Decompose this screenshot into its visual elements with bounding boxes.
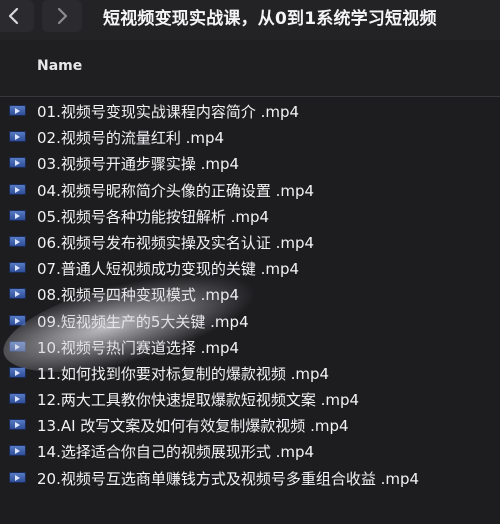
column-header-row: Name: [0, 40, 500, 97]
file-row[interactable]: 20.视频号互选商单赚钱方式及视频号多重组合收益 .mp4: [0, 464, 500, 490]
video-file-icon: [9, 366, 26, 378]
file-row[interactable]: 13.AI 改写文案及如何有效复制爆款视频 .mp4: [0, 411, 500, 437]
video-file-icon: [9, 105, 26, 116]
file-row[interactable]: 14.选择适合你自己的视频展现形式 .mp4: [0, 437, 500, 463]
video-file-icon: [9, 314, 26, 326]
column-header-name[interactable]: Name: [37, 58, 82, 74]
video-file-icon: [9, 209, 26, 221]
file-row[interactable]: 09.短视频生产的5大关键 .mp4: [0, 307, 500, 333]
file-row[interactable]: 05.视频号各种功能按钮解析 .mp4: [0, 202, 500, 228]
file-row[interactable]: 03.视频号开通步骤实操 .mp4: [0, 149, 500, 175]
back-button[interactable]: [0, 0, 34, 32]
chevron-left-icon: [8, 7, 19, 25]
video-file-icon: [9, 131, 26, 143]
file-name: 09.短视频生产的5大关键 .mp4: [37, 312, 249, 331]
video-file-icon: [9, 393, 26, 405]
video-file-icon: [9, 235, 26, 247]
forward-button[interactable]: [42, 0, 82, 32]
file-row[interactable]: 06.视频号发布视频实操及实名认证 .mp4: [0, 228, 500, 254]
video-file-icon: [9, 419, 26, 431]
file-name: 14.选择适合你自己的视频展现形式 .mp4: [37, 443, 315, 462]
file-name: 11.如何找到你要对标复制的爆款视频 .mp4: [37, 364, 330, 383]
file-name: 02.视频号的流量红利 .mp4: [37, 129, 225, 148]
file-name: 03.视频号开通步骤实操 .mp4: [37, 155, 240, 174]
file-list: 01.视频号变现实战课程内容简介 .mp4 02.视频号的流量红利 .mp4 0…: [0, 97, 500, 490]
file-row[interactable]: 10.视频号热门赛道选择 .mp4: [0, 333, 500, 359]
file-name: 05.视频号各种功能按钮解析 .mp4: [37, 207, 270, 226]
file-row[interactable]: 11.如何找到你要对标复制的爆款视频 .mp4: [0, 359, 500, 385]
file-row[interactable]: 04.视频号昵称简介头像的正确设置 .mp4: [0, 176, 500, 202]
file-name: 10.视频号热门赛道选择 .mp4: [37, 338, 240, 357]
toolbar: 短视频变现实战课，从0到1系统学习短视频: [0, 0, 500, 40]
video-file-icon: [9, 183, 26, 195]
file-name: 20.视频号互选商单赚钱方式及视频号多重组合收益 .mp4: [37, 469, 420, 488]
file-row[interactable]: 07.普通人短视频成功变现的关键 .mp4: [0, 254, 500, 280]
video-file-icon: [9, 262, 26, 274]
file-row[interactable]: 08.视频号四种变现模式 .mp4: [0, 280, 500, 306]
video-file-icon: [9, 288, 26, 300]
chevron-right-icon: [57, 7, 68, 25]
file-row[interactable]: 02.视频号的流量红利 .mp4: [0, 123, 500, 149]
window-title: 短视频变现实战课，从0到1系统学习短视频: [103, 9, 437, 29]
file-name: 12.两大工具教你快速提取爆款短视频文案 .mp4: [37, 391, 360, 410]
video-file-icon: [9, 445, 26, 457]
video-file-icon: [9, 340, 26, 352]
file-name: 06.视频号发布视频实操及实名认证 .mp4: [37, 233, 315, 252]
file-name: 01.视频号变现实战课程内容简介 .mp4: [37, 103, 300, 121]
file-row[interactable]: 12.两大工具教你快速提取爆款短视频文案 .mp4: [0, 385, 500, 411]
video-file-icon: [9, 471, 26, 483]
file-name: 04.视频号昵称简介头像的正确设置 .mp4: [37, 181, 315, 200]
file-name: 13.AI 改写文案及如何有效复制爆款视频 .mp4: [37, 417, 349, 436]
file-name: 07.普通人短视频成功变现的关键 .mp4: [37, 260, 300, 279]
file-name: 08.视频号四种变现模式 .mp4: [37, 286, 240, 305]
file-row[interactable]: 01.视频号变现实战课程内容简介 .mp4: [0, 97, 500, 123]
video-file-icon: [9, 157, 26, 169]
